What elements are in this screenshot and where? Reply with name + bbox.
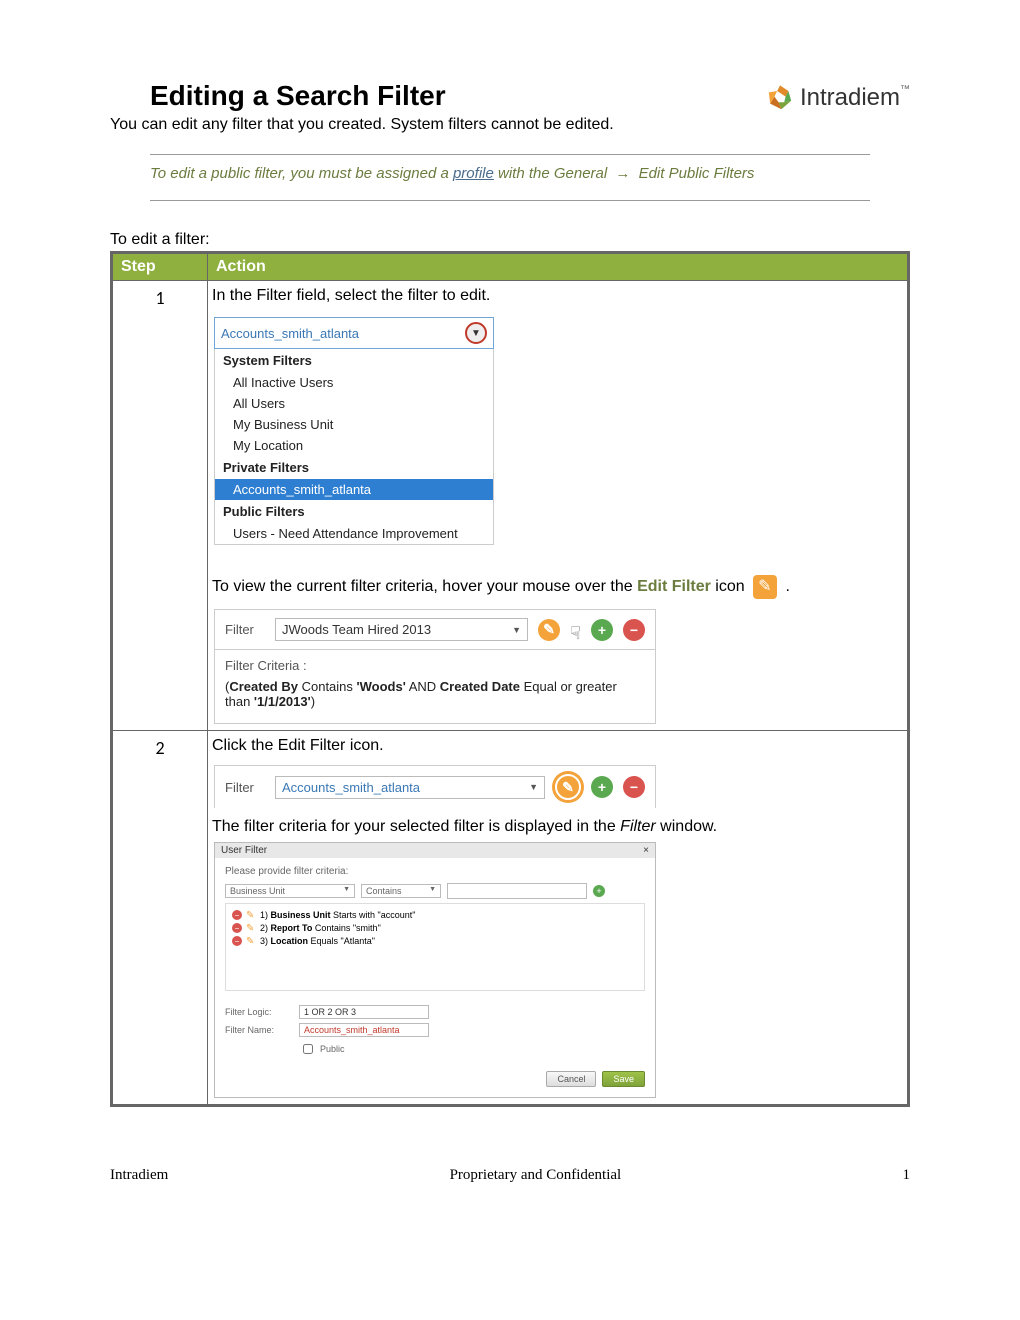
checkbox-icon[interactable] <box>303 1044 313 1054</box>
filter-dropdown[interactable]: Accounts_smith_atlanta ▼ System Filters … <box>214 317 494 545</box>
save-button[interactable]: Save <box>602 1071 645 1087</box>
profile-link[interactable]: profile <box>453 165 494 182</box>
field-select[interactable]: Business Unit▼ <box>225 884 355 898</box>
dropdown-item[interactable]: Accounts_smith_atlanta <box>215 479 493 500</box>
filter-label: Filter <box>225 622 265 637</box>
value-input[interactable] <box>447 883 587 899</box>
dropdown-item[interactable]: All Users <box>215 393 493 414</box>
rules-list: − ✎ 1) Business Unit Starts with "accoun… <box>225 903 645 991</box>
remove-filter-icon[interactable]: − <box>623 776 645 798</box>
name-input[interactable]: Accounts_smith_atlanta <box>299 1023 429 1037</box>
page-title: Editing a Search Filter <box>150 80 446 112</box>
add-rule-icon[interactable]: + <box>593 885 605 897</box>
add-filter-icon[interactable]: + <box>591 776 613 798</box>
criteria-text: (Created By Contains 'Woods' AND Created… <box>225 679 645 709</box>
edit-rule-icon[interactable]: ✎ <box>246 936 256 946</box>
edit-filter-icon[interactable]: ✎ <box>538 619 560 641</box>
edit-filter-icon[interactable]: ✎ <box>555 774 581 800</box>
procedure-label: To edit a filter: <box>110 231 910 249</box>
step-number: 2 <box>112 731 208 1106</box>
step2-text: Click the Edit Filter icon. <box>210 737 905 755</box>
logic-input[interactable]: 1 OR 2 OR 3 <box>299 1005 429 1019</box>
user-filter-window: User Filter × Please provide filter crit… <box>214 842 656 1098</box>
step2-text2: The filter criteria for your selected fi… <box>210 818 905 836</box>
footer-center: Proprietary and Confidential <box>450 1167 622 1184</box>
arrow-icon: → <box>611 165 634 182</box>
table-row: 2 Click the Edit Filter icon. Filter Acc… <box>112 731 909 1106</box>
dropdown-item[interactable]: Users - Need Attendance Improvement <box>215 523 493 544</box>
chevron-down-icon[interactable]: ▼ <box>529 782 538 792</box>
chevron-down-icon[interactable]: ▼ <box>512 625 521 635</box>
col-step: Step <box>112 253 208 281</box>
remove-filter-icon[interactable]: − <box>623 619 645 641</box>
dropdown-group-header: Private Filters <box>215 456 493 479</box>
dropdown-list: System Filters All Inactive Users All Us… <box>214 349 494 545</box>
rule-item: − ✎ 3) Location Equals "Atlanta" <box>232 936 638 946</box>
edit-rule-icon[interactable]: ✎ <box>246 910 256 920</box>
edit-pencil-icon <box>753 575 777 599</box>
instruction-text: Please provide filter criteria: <box>225 866 645 877</box>
close-icon[interactable]: × <box>643 845 649 856</box>
intradiem-logo-icon <box>766 84 794 112</box>
brand-logo: Intradiem™ <box>766 84 910 112</box>
operator-select[interactable]: Contains▼ <box>361 884 441 898</box>
filter-bar: Filter Accounts_smith_atlanta ▼ ✎ + − <box>214 765 656 808</box>
window-titlebar: User Filter × <box>215 843 655 858</box>
add-filter-icon[interactable]: + <box>591 619 613 641</box>
col-action: Action <box>208 253 909 281</box>
public-checkbox[interactable]: Public <box>299 1041 645 1057</box>
rule-item: − ✎ 1) Business Unit Starts with "accoun… <box>232 910 638 920</box>
page-footer: Intradiem Proprietary and Confidential 1 <box>110 1167 910 1184</box>
step1-text2: To view the current filter criteria, hov… <box>212 575 903 599</box>
filter-select[interactable]: Accounts_smith_atlanta ▼ <box>275 776 545 799</box>
criteria-label: Filter Criteria : <box>225 658 645 673</box>
filter-select[interactable]: JWoods Team Hired 2013 ▼ <box>275 618 528 641</box>
delete-rule-icon[interactable]: − <box>232 923 242 933</box>
delete-rule-icon[interactable]: − <box>232 910 242 920</box>
name-label: Filter Name: <box>225 1025 289 1035</box>
hand-cursor-icon: ☟ <box>570 623 581 644</box>
delete-rule-icon[interactable]: − <box>232 936 242 946</box>
footer-page-number: 1 <box>903 1167 911 1184</box>
dropdown-selected[interactable]: Accounts_smith_atlanta ▼ <box>214 317 494 349</box>
dropdown-group-header: Public Filters <box>215 500 493 523</box>
footer-left: Intradiem <box>110 1167 168 1184</box>
step1-text: In the Filter field, select the filter t… <box>210 287 905 305</box>
dropdown-item[interactable]: My Location <box>215 435 493 456</box>
rule-item: − ✎ 2) Report To Contains "smith" <box>232 923 638 933</box>
cancel-button[interactable]: Cancel <box>546 1071 596 1087</box>
table-row: 1 In the Filter field, select the filter… <box>112 281 909 731</box>
filter-label: Filter <box>225 780 265 795</box>
filter-bar: Filter JWoods Team Hired 2013 ▼ ✎ ☟ + − … <box>214 609 656 724</box>
dropdown-item[interactable]: My Business Unit <box>215 414 493 435</box>
step-number: 1 <box>112 281 208 731</box>
intro-text: You can edit any filter that you created… <box>110 116 910 134</box>
note-box: To edit a public filter, you must be ass… <box>150 154 870 201</box>
brand-name: Intradiem™ <box>800 84 910 112</box>
steps-table: Step Action 1 In the Filter field, selec… <box>110 251 910 1107</box>
chevron-down-icon[interactable]: ▼ <box>465 322 487 344</box>
dropdown-item[interactable]: All Inactive Users <box>215 372 493 393</box>
dropdown-group-header: System Filters <box>215 349 493 372</box>
edit-rule-icon[interactable]: ✎ <box>246 923 256 933</box>
logic-label: Filter Logic: <box>225 1007 289 1017</box>
